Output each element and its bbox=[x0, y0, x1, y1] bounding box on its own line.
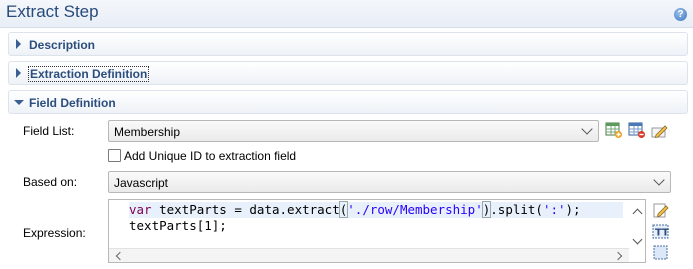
field-list-dropdown[interactable]: Membership bbox=[108, 120, 599, 142]
edit-field-icon[interactable] bbox=[651, 122, 669, 140]
chevron-down-icon bbox=[653, 174, 665, 186]
page-title: Extract Step bbox=[6, 2, 99, 21]
field-list-value: Membership bbox=[114, 125, 181, 139]
expression-label: Expression: bbox=[23, 226, 86, 240]
based-on-dropdown[interactable]: Javascript bbox=[108, 171, 671, 193]
unique-id-checkbox[interactable] bbox=[108, 149, 121, 162]
scroll-up-icon[interactable] bbox=[632, 208, 643, 219]
section-extraction-definition[interactable]: Extraction Definition bbox=[8, 61, 688, 85]
page-header: Extract Step ? bbox=[0, 0, 693, 28]
svg-text:TT: TT bbox=[655, 228, 669, 239]
chevron-down-icon bbox=[581, 123, 593, 135]
help-icon[interactable]: ? bbox=[674, 8, 687, 21]
based-on-label: Based on: bbox=[23, 175, 78, 189]
remove-field-icon[interactable] bbox=[628, 121, 646, 139]
section-description-label: Description bbox=[29, 38, 96, 52]
horizontal-scrollbar[interactable] bbox=[109, 248, 629, 262]
expand-arrow-icon[interactable] bbox=[16, 68, 21, 78]
scroll-down-icon[interactable] bbox=[632, 234, 643, 245]
expression-line-2[interactable]: textParts[1]; bbox=[129, 218, 227, 234]
extract-step-page: Extract Step ? Description Extraction De… bbox=[0, 0, 693, 269]
collapse-arrow-icon[interactable] bbox=[14, 100, 24, 105]
expression-editor[interactable]: var textParts = data.extract('./row/Memb… bbox=[108, 199, 646, 263]
text-icon[interactable]: TT bbox=[652, 223, 670, 241]
scroll-left-icon[interactable] bbox=[115, 251, 125, 261]
add-field-icon[interactable] bbox=[605, 121, 623, 139]
section-field-definition[interactable]: Field Definition bbox=[8, 90, 688, 114]
section-extraction-definition-label: Extraction Definition bbox=[27, 66, 150, 82]
unique-id-label: Add Unique ID to extraction field bbox=[124, 149, 297, 163]
section-description[interactable]: Description bbox=[8, 32, 688, 56]
section-field-definition-label: Field Definition bbox=[29, 96, 116, 110]
expression-line-1[interactable]: var textParts = data.extract('./row/Memb… bbox=[129, 201, 623, 218]
scroll-right-icon[interactable] bbox=[613, 251, 623, 261]
expand-arrow-icon[interactable] bbox=[16, 39, 21, 49]
based-on-value: Javascript bbox=[114, 176, 169, 190]
edit-expression-icon[interactable] bbox=[652, 201, 670, 219]
select-area-icon[interactable] bbox=[652, 244, 670, 262]
field-list-label: Field List: bbox=[23, 124, 75, 138]
